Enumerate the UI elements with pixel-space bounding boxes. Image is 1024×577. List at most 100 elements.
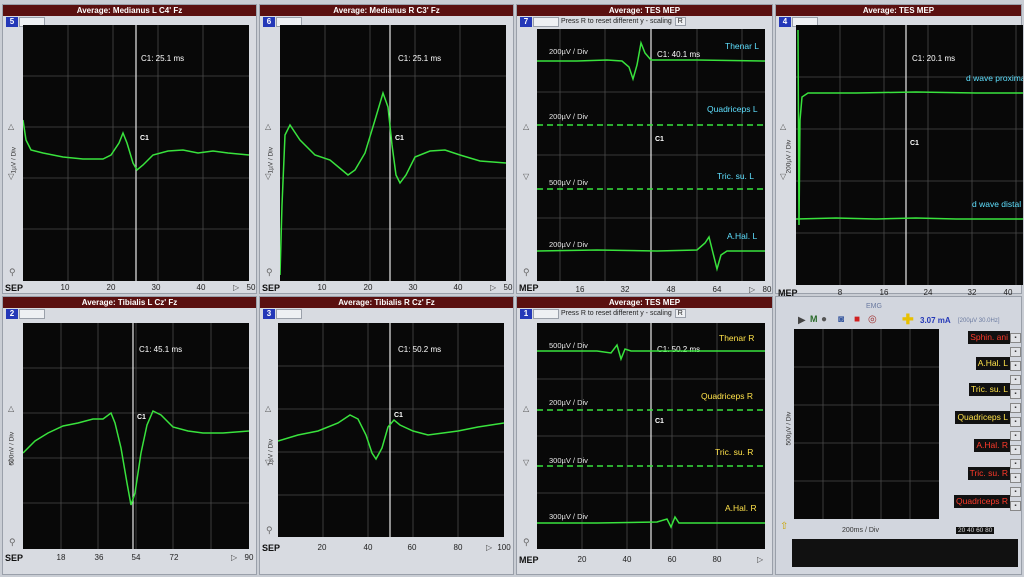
scale-up-arrow-icon[interactable]: △ — [523, 405, 529, 413]
channel-toggle[interactable]: ▪ — [1010, 487, 1021, 497]
zoom-icon[interactable]: ⚲ — [523, 537, 530, 548]
zoom-icon[interactable]: ⚲ — [9, 267, 16, 278]
x-tick: 64 — [712, 285, 722, 294]
channel-toggle[interactable]: ▪ — [1010, 403, 1021, 413]
panel-number[interactable]: 2 — [6, 309, 18, 319]
channel-toggle[interactable]: ▪ — [1010, 389, 1021, 399]
emg-channel[interactable]: Quadriceps L — [955, 411, 1010, 424]
cursor-marker: C1 — [395, 135, 404, 142]
stop-icon[interactable]: ■ — [854, 314, 860, 325]
record-icon[interactable]: ● — [821, 314, 827, 325]
channel-toggle[interactable]: ▪ — [1010, 473, 1021, 483]
marker-m-icon[interactable]: M — [810, 314, 818, 324]
filter-range: [200µV 30.0Hz] — [958, 318, 1000, 324]
scale-down-arrow-icon[interactable]: ▽ — [780, 173, 786, 181]
waveform-plot[interactable]: C1: 50.2 ms C1 — [278, 323, 504, 537]
reset-key[interactable]: R — [674, 17, 686, 26]
panel-number[interactable]: 7 — [520, 17, 532, 27]
play-icon[interactable]: ▶ — [798, 315, 806, 326]
emg-plot[interactable] — [794, 329, 939, 519]
up-arrow-icon[interactable]: ⇧ — [780, 521, 788, 532]
panel-title: Average: TES MEP — [517, 297, 772, 308]
panel-number[interactable]: 1 — [520, 309, 532, 319]
zoom-icon[interactable]: ⚲ — [523, 267, 530, 278]
channel-label: d wave distal — [972, 199, 1021, 209]
panel-options-box[interactable] — [533, 309, 559, 319]
scale-down-arrow-icon[interactable]: ▽ — [265, 173, 271, 181]
add-icon[interactable]: ✚ — [902, 311, 914, 328]
scroll-right-icon[interactable]: ▷ — [486, 543, 492, 552]
mode-label: SEP — [262, 543, 281, 553]
scale-up-arrow-icon[interactable]: △ — [8, 123, 14, 131]
panel-options-box[interactable] — [19, 309, 45, 319]
waveform-plot[interactable]: C1: 50.2 ms C1 500µV / Div Thenar R 200µ… — [537, 323, 765, 549]
scale-up-arrow-icon[interactable]: △ — [523, 123, 529, 131]
scroll-right-icon[interactable]: ▷ — [231, 553, 237, 562]
panel-number[interactable]: 6 — [263, 17, 275, 27]
channel-toggle[interactable]: ▪ — [1010, 445, 1021, 455]
channel-toggle[interactable]: ▪ — [1010, 417, 1021, 427]
emg-channel[interactable]: Tric. su. R — [967, 467, 1010, 480]
emg-channel[interactable]: A.Hal. R — [974, 439, 1010, 452]
scale-up-arrow-icon[interactable]: △ — [265, 405, 271, 413]
panel-title: Average: TES MEP — [776, 5, 1021, 16]
x-tick: 80 — [712, 555, 722, 564]
panel-options-box[interactable] — [276, 309, 302, 319]
scale-up-arrow-icon[interactable]: △ — [265, 123, 271, 131]
emg-channel[interactable]: A.Hal. L — [975, 357, 1010, 370]
panel-number[interactable]: 3 — [263, 309, 275, 319]
scale-down-arrow-icon[interactable]: ▽ — [523, 459, 529, 467]
waveform-plot[interactable]: C1: 45.1 ms C1 — [23, 323, 249, 549]
cursor-marker: C1 — [655, 418, 664, 425]
channel-toggle[interactable]: ▪ — [1010, 501, 1021, 511]
zoom-icon[interactable]: ⚲ — [266, 525, 273, 536]
emg-channel[interactable]: Sphin. ani — [968, 331, 1010, 344]
channel-toggle[interactable]: ▪ — [1010, 333, 1021, 343]
scroll-right-icon[interactable]: ▷ — [233, 283, 239, 292]
cursor-readout: C1: 40.1 ms — [657, 50, 700, 59]
x-tick: 60 — [667, 555, 677, 564]
scroll-right-icon[interactable]: ▷ — [490, 283, 496, 292]
reset-key[interactable]: R — [674, 309, 686, 318]
scale-up-arrow-icon[interactable]: △ — [8, 405, 14, 413]
cursor-marker: C1 — [137, 414, 146, 421]
waveform-plot[interactable]: C1: 25.1 ms C1 — [280, 25, 506, 281]
scale-down-arrow-icon[interactable]: ▽ — [265, 459, 271, 467]
scale-up-arrow-icon[interactable]: △ — [780, 123, 786, 131]
zoom-icon[interactable]: ⚲ — [9, 537, 16, 548]
emg-channel[interactable]: Quadriceps R — [954, 495, 1010, 508]
scale-down-arrow-icon[interactable]: ▽ — [8, 173, 14, 181]
x-tick: 50 — [246, 283, 256, 292]
panel-emg: EMG ▶ M ● ◙ ■ ◎ ✚ 3.07 mA [200µV 30.0Hz]… — [775, 296, 1022, 575]
stimulator-icon[interactable]: ◎ — [868, 314, 877, 325]
channel-label: Tric. su. L — [717, 171, 754, 181]
channel-toggle[interactable]: ▪ — [1010, 375, 1021, 385]
channel-toggle[interactable]: ▪ — [1010, 361, 1021, 371]
channel-toggle[interactable]: ▪ — [1010, 347, 1021, 357]
panel-number[interactable]: 5 — [6, 17, 18, 27]
panel-number[interactable]: 4 — [779, 17, 791, 27]
waveform-plot[interactable]: C1: 40.1 ms C1 200µV / Div Thenar L 200µ… — [537, 29, 765, 281]
zoom-icon[interactable]: ⚲ — [266, 267, 273, 278]
x-tick: 40 — [196, 283, 206, 292]
monitor-icon[interactable]: ◙ — [838, 314, 844, 325]
x-tick: 54 — [131, 553, 141, 562]
scale-down-arrow-icon[interactable]: ▽ — [523, 173, 529, 181]
emg-channel[interactable]: Tric. su. L — [969, 383, 1010, 396]
scroll-right-icon[interactable]: ▷ — [757, 555, 763, 564]
scale-down-arrow-icon[interactable]: ▽ — [8, 459, 14, 467]
waveform-plot[interactable]: C1: 20.1 ms C1 d wave proximal d wave di… — [796, 25, 1023, 285]
x-tick: 60 — [407, 543, 417, 552]
panel-options-box[interactable] — [533, 17, 559, 27]
grid — [796, 25, 1023, 285]
channel-scale: 300µV / Div — [549, 512, 588, 521]
waveform-plot[interactable]: C1: 25.1 ms C1 — [23, 25, 249, 281]
channel-toggle[interactable]: ▪ — [1010, 431, 1021, 441]
channel-scale: 500µV / Div — [549, 341, 588, 350]
channel-toggle[interactable]: ▪ — [1010, 459, 1021, 469]
x-tick: 80 — [762, 285, 772, 294]
scroll-right-icon[interactable]: ▷ — [749, 285, 755, 294]
emg-list-x-ticks: 20 40 60 80 — [956, 527, 995, 534]
cursor-readout: C1: 25.1 ms — [141, 54, 184, 63]
channel-scale: 300µV / Div — [549, 456, 588, 465]
